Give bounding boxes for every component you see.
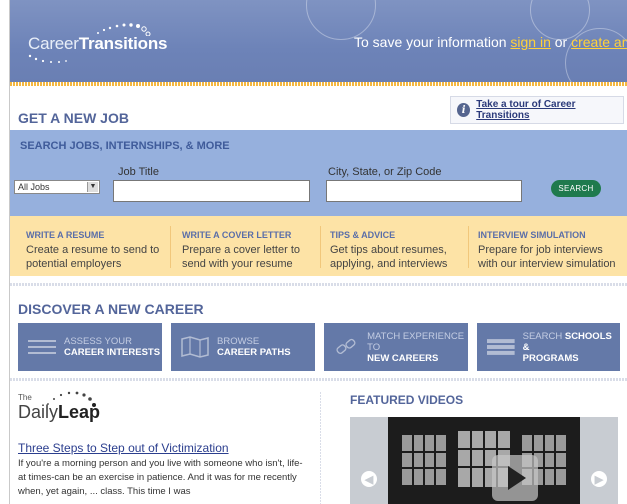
- career-btn-bottom: NEW CAREERS: [367, 352, 439, 364]
- article-excerpt: If you're a morning person and you live …: [18, 457, 323, 499]
- job-type-selected: All Jobs: [18, 182, 50, 192]
- tool-desc: Prepare a cover letter to send with your…: [182, 244, 301, 270]
- daily-leap-leap: Leap: [58, 402, 101, 422]
- save-info-message: To save your information sign in or crea…: [354, 34, 627, 50]
- tool-title: INTERVIEW SIMULATION: [478, 230, 586, 240]
- info-icon: i: [457, 103, 471, 117]
- search-button[interactable]: SEARCH: [551, 180, 601, 197]
- job-search-panel: SEARCH JOBS, INTERNSHIPS, & MORE: [10, 130, 627, 216]
- tool-tips-advice[interactable]: TIPS & ADVICE Get tips about resumes, ap…: [330, 230, 470, 271]
- tour-link[interactable]: Take a tour of Career Transitions: [476, 99, 623, 121]
- location-input[interactable]: [326, 180, 522, 202]
- map-icon: [181, 336, 209, 358]
- tool-divider: [320, 226, 321, 268]
- tool-write-resume[interactable]: WRITE A RESUME Create a resume to send t…: [26, 230, 166, 271]
- tool-title: WRITE A RESUME: [26, 230, 105, 240]
- career-btn-bottom: CAREER INTERESTS: [64, 347, 161, 358]
- career-btn-top: MATCH EXPERIENCE TO: [367, 330, 465, 353]
- match-experience-button[interactable]: MATCH EXPERIENCE TO NEW CAREERS: [324, 323, 468, 371]
- career-btn-bottom: PROGRAMS: [522, 352, 579, 364]
- chevron-down-icon: ▼: [87, 182, 98, 192]
- career-btn-top-text: SEARCH: [522, 330, 563, 342]
- logo-career-text: Career: [28, 34, 79, 53]
- article-line: when, yet again, ... class. This time I …: [18, 486, 191, 497]
- logo-dots-icon: [28, 54, 67, 63]
- article-line: If you're a morning person and you live …: [18, 458, 303, 469]
- tool-interview-simulation[interactable]: INTERVIEW SIMULATION Prepare for job int…: [478, 230, 623, 271]
- tool-title: WRITE A COVER LETTER: [182, 230, 292, 240]
- tool-desc: Prepare for job interviews with our inte…: [478, 244, 616, 270]
- list-icon: [28, 340, 56, 354]
- article-line: at times-can be an exercise in patience.…: [18, 472, 297, 483]
- header-divider: [10, 82, 627, 86]
- search-panel-title: SEARCH JOBS, INTERNSHIPS, & MORE: [20, 140, 230, 152]
- video-thumbnail[interactable]: [388, 417, 580, 504]
- article-title-link[interactable]: Three Steps to Step out of Victimization: [18, 441, 229, 455]
- daily-leap-daily: Daily: [18, 402, 59, 422]
- career-btn-top: ASSESS YOUR: [64, 336, 132, 347]
- career-btn-top: BROWSE: [217, 336, 260, 347]
- daily-leap-logo[interactable]: The DailyLeap: [18, 393, 100, 423]
- featured-videos-title: FEATURED VIDEOS: [350, 393, 464, 407]
- logo-transitions-text: Transitions: [78, 34, 168, 53]
- play-icon[interactable]: [492, 455, 538, 501]
- video-scene-image: [388, 417, 580, 504]
- column-divider: [320, 392, 321, 504]
- create-account-link[interactable]: create an accou: [571, 34, 627, 50]
- job-tools-panel: WRITE A RESUME Create a resume to send t…: [10, 216, 627, 276]
- tool-title: TIPS & ADVICE: [330, 230, 396, 240]
- tool-write-cover-letter[interactable]: WRITE A COVER LETTER Prepare a cover let…: [182, 230, 322, 271]
- carousel-next-button[interactable]: ▶: [591, 471, 607, 487]
- or-text: or: [550, 34, 572, 50]
- tool-divider: [468, 226, 469, 268]
- career-transitions-logo[interactable]: CareerTransitions: [28, 34, 167, 54]
- carousel-left-panel: [350, 417, 388, 504]
- link-icon: [336, 338, 356, 355]
- job-title-input[interactable]: [113, 180, 310, 202]
- section-divider: [10, 378, 627, 381]
- discover-career-title: DISCOVER A NEW CAREER: [18, 301, 204, 317]
- video-carousel: ◀ ▶: [350, 417, 618, 504]
- tool-divider: [170, 226, 171, 268]
- site-header: CareerTransitions To save your informati…: [10, 0, 627, 82]
- carousel-right-panel: [580, 417, 618, 504]
- location-label: City, State, or Zip Code: [328, 166, 442, 178]
- job-title-label: Job Title: [118, 166, 159, 178]
- browse-career-paths-button[interactable]: BROWSE CAREER PATHS: [171, 323, 315, 371]
- save-prefix-text: To save your information: [354, 34, 511, 50]
- sign-in-link[interactable]: sign in: [510, 34, 550, 50]
- job-type-select[interactable]: All Jobs ▼: [14, 180, 100, 194]
- books-icon: [487, 339, 515, 355]
- tool-desc: Create a resume to send to potential emp…: [26, 244, 160, 270]
- tour-button[interactable]: i Take a tour of Career Transitions: [450, 96, 624, 124]
- search-schools-programs-button[interactable]: SEARCH SCHOOLS & PROGRAMS: [477, 323, 620, 371]
- assess-career-interests-button[interactable]: ASSESS YOUR CAREER INTERESTS: [18, 323, 162, 371]
- career-btn-bottom: CAREER PATHS: [217, 347, 291, 358]
- section-divider: [10, 283, 627, 286]
- get-new-job-title: GET A NEW JOB: [18, 110, 129, 126]
- tool-desc: Get tips about resumes, applying, and in…: [330, 244, 448, 270]
- daily-leap-the: The: [18, 393, 32, 402]
- career-btn-top: SEARCH SCHOOLS &: [523, 331, 620, 353]
- carousel-prev-button[interactable]: ◀: [361, 471, 377, 487]
